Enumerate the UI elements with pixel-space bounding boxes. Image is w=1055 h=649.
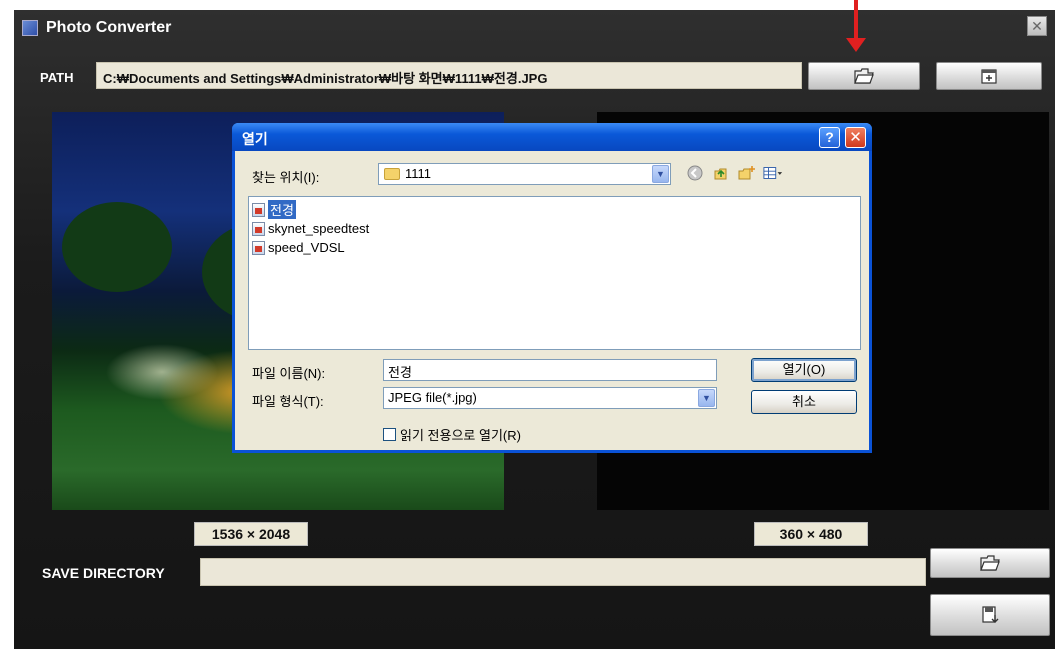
- browse-save-directory-button[interactable]: [930, 548, 1050, 578]
- open-file-button[interactable]: [808, 62, 920, 90]
- checkbox-box[interactable]: [383, 428, 396, 441]
- image-file-icon: [252, 240, 265, 255]
- read-only-label: 읽기 전용으로 열기(R): [400, 428, 521, 443]
- open-file-dialog: 열기 ? ✕ 찾는 위치(I): 1111 ▼ 전경 skynet_speedt…: [232, 123, 872, 453]
- dialog-toolbar: [685, 163, 783, 183]
- file-name-label: 파일 이름(N):: [252, 366, 326, 381]
- look-in-select[interactable]: 1111 ▼: [378, 163, 671, 185]
- image-file-icon: [252, 202, 265, 217]
- view-menu-icon[interactable]: [763, 163, 783, 183]
- dialog-close-button[interactable]: ✕: [845, 127, 866, 148]
- chevron-down-icon[interactable]: ▼: [698, 389, 715, 407]
- up-folder-icon[interactable]: [711, 163, 731, 183]
- cancel-button[interactable]: 취소: [751, 390, 857, 414]
- file-name-input[interactable]: 전경: [383, 359, 717, 381]
- list-item[interactable]: skynet_speedtest: [252, 219, 857, 238]
- title-bar: Photo Converter ✕: [14, 10, 1055, 46]
- save-directory-input[interactable]: [200, 558, 926, 586]
- app-icon: [22, 20, 38, 36]
- back-icon[interactable]: [685, 163, 705, 183]
- save-directory-label: SAVE DIRECTORY: [42, 565, 165, 581]
- read-only-checkbox[interactable]: 읽기 전용으로 열기(R): [383, 425, 521, 444]
- open-button[interactable]: 열기(O): [751, 358, 857, 382]
- source-size-label: 1536 × 2048: [194, 522, 308, 546]
- look-in-value: 1111: [405, 166, 432, 181]
- list-item[interactable]: speed_VDSL: [252, 238, 857, 257]
- file-name: skynet_speedtest: [268, 221, 370, 236]
- path-input[interactable]: C:₩Documents and Settings₩Administrator₩…: [96, 62, 802, 89]
- window-title: Photo Converter: [46, 19, 172, 36]
- save-button[interactable]: [930, 594, 1050, 636]
- help-button[interactable]: ?: [819, 127, 840, 148]
- file-type-value: JPEG file(*.jpg): [388, 390, 477, 405]
- folder-icon: [384, 168, 400, 180]
- file-list[interactable]: 전경 skynet_speedtest speed_VDSL: [248, 196, 861, 350]
- path-label: PATH: [40, 70, 74, 85]
- file-type-select[interactable]: JPEG file(*.jpg) ▼: [383, 387, 717, 409]
- annotation-arrow-head: [846, 38, 866, 52]
- close-button[interactable]: ✕: [1027, 16, 1047, 36]
- file-type-label: 파일 형식(T):: [252, 394, 324, 409]
- look-in-label: 찾는 위치(I):: [252, 170, 320, 185]
- folder-open-icon: [980, 555, 1000, 571]
- new-folder-icon[interactable]: [737, 163, 757, 183]
- dialog-title-bar: 열기 ? ✕: [232, 123, 872, 151]
- annotation-arrow: [854, 0, 858, 42]
- image-file-icon: [252, 221, 265, 236]
- target-size-label: 360 × 480: [754, 522, 868, 546]
- folder-open-icon: [854, 68, 874, 84]
- dialog-title: 열기: [242, 131, 268, 147]
- file-name: 전경: [268, 200, 296, 219]
- chevron-down-icon[interactable]: ▼: [652, 165, 669, 183]
- save-icon: [982, 606, 999, 623]
- list-item[interactable]: 전경: [252, 200, 857, 219]
- export-icon: [981, 69, 997, 84]
- export-button[interactable]: [936, 62, 1042, 90]
- file-name: speed_VDSL: [268, 240, 345, 255]
